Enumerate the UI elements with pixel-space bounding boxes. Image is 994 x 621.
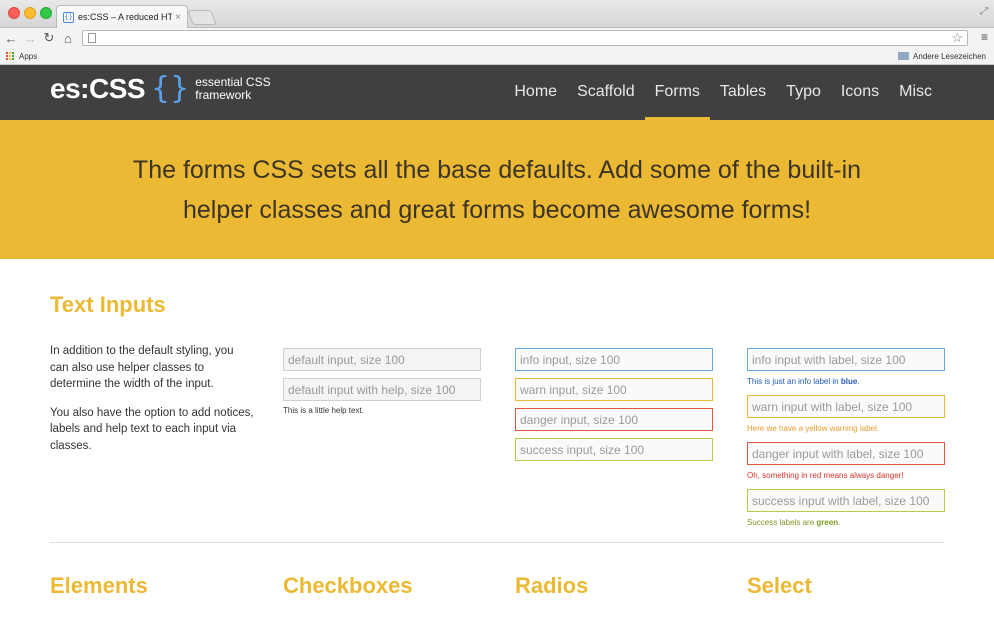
section-title-radios: Radios [515,573,589,598]
address-bar[interactable]: ☆ [82,30,968,46]
zoom-window-button[interactable] [40,7,52,19]
apps-link[interactable]: Apps [19,52,37,61]
browser-toolbar: ← → ↻ ⌂ ☆ ≡ [0,28,994,48]
nav-tables[interactable]: Tables [710,65,776,120]
intro-paragraph-2: You also have the option to add notices,… [50,406,254,452]
default-input[interactable] [283,348,481,371]
hero-text: The forms CSS sets all the base defaults… [132,155,862,224]
info-input[interactable] [515,348,713,371]
bookmarks-bar: Apps Andere Lesezeichen [0,48,994,65]
reload-icon[interactable]: ↻ [41,30,57,46]
nav-misc[interactable]: Misc [889,65,942,120]
section-title-text-inputs: Text Inputs [50,292,166,317]
section-title-elements: Elements [50,573,148,598]
logo-name: es:CSS [50,73,146,104]
intro-paragraph-1: In addition to the default styling, you … [50,345,234,390]
hero-banner: The forms CSS sets all the base defaults… [0,120,994,259]
warn-label-input[interactable] [747,395,945,418]
info-label-end: . [857,377,860,386]
home-icon[interactable]: ⌂ [60,30,76,46]
folder-icon [898,52,909,60]
tab-title: es:CSS – A reduced HTML5 [78,12,173,22]
braces-icon: {} [151,71,190,106]
nav-forms[interactable]: Forms [644,65,711,120]
default-help-input[interactable] [283,378,481,401]
success-label: Success labels are green. [747,518,840,527]
forward-icon[interactable]: → [22,30,38,46]
text-inputs-intro: In addition to the default styling, you … [50,343,255,454]
nav-typo[interactable]: Typo [776,65,831,120]
logo-tagline-line-2: framework [195,88,252,102]
nav-home[interactable]: Home [504,65,567,120]
fullscreen-icon[interactable]: ⤢ [980,6,988,17]
close-window-button[interactable] [8,7,20,19]
logo[interactable]: es:CSS {} essential CSS framework [50,73,285,105]
success-label-input[interactable] [747,489,945,512]
help-text: This is a little help text. [283,406,364,415]
success-input[interactable] [515,438,713,461]
danger-label: Oh, something in red means always danger… [747,471,904,480]
logo-tagline: essential CSS framework [195,76,285,102]
logo-tagline-line-1: essential CSS [195,75,271,89]
apps-icon[interactable] [6,52,15,61]
danger-label-input[interactable] [747,442,945,465]
success-label-text: Success labels are [747,518,817,527]
success-label-emphasis: green [816,518,839,527]
section-title-select: Select [747,573,812,598]
info-label-emphasis: blue [840,377,858,386]
success-label-end: . [838,518,841,527]
favicon-icon: {} [63,11,74,23]
nav-scaffold[interactable]: Scaffold [567,65,645,120]
main-nav: Home Scaffold Forms Tables Typo Icons Mi… [504,65,942,120]
warn-label: Here we have a yellow warning label. [747,424,880,433]
info-label: This is just an info label in blue. [747,377,860,386]
menu-icon[interactable]: ≡ [981,30,988,44]
page-icon [88,33,96,43]
site-header: es:CSS {} essential CSS framework Home S… [0,65,994,120]
danger-input[interactable] [515,408,713,431]
info-label-input[interactable] [747,348,945,371]
section-divider [50,542,944,543]
other-bookmarks-link[interactable]: Andere Lesezeichen [913,52,986,61]
nav-icons[interactable]: Icons [831,65,889,120]
bookmark-star-icon[interactable]: ☆ [951,30,963,46]
minimize-window-button[interactable] [24,7,36,19]
browser-tab-bar: {} es:CSS – A reduced HTML5 × ⤢ [0,0,994,28]
warn-input[interactable] [515,378,713,401]
new-tab-button[interactable] [187,10,217,25]
close-tab-icon[interactable]: × [175,12,181,23]
section-title-checkboxes: Checkboxes [283,573,413,598]
info-label-text: This is just an info label in [747,377,841,386]
browser-tab[interactable]: {} es:CSS – A reduced HTML5 × [56,5,188,28]
back-icon[interactable]: ← [3,30,19,46]
